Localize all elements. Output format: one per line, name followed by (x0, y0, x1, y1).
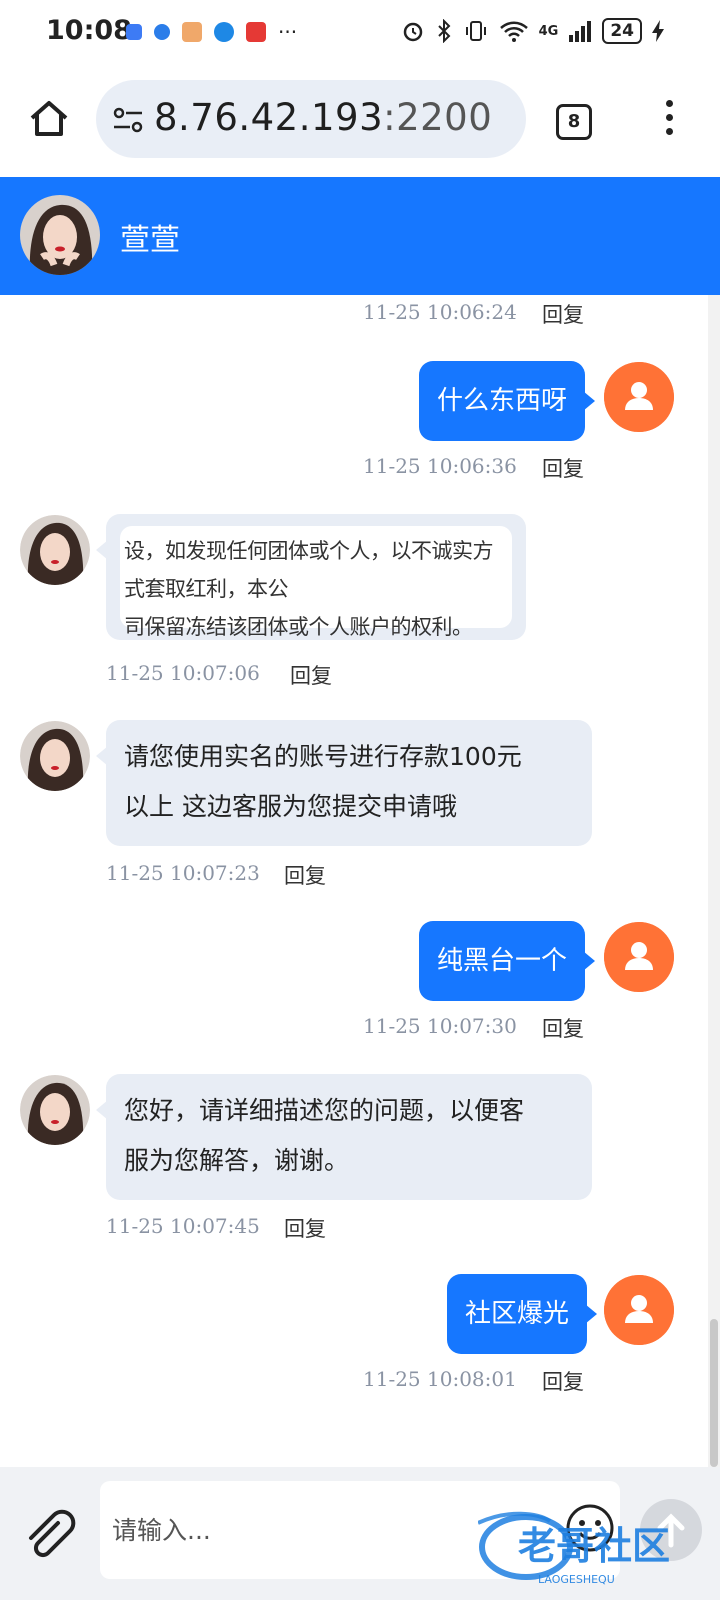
browser-app-icon (214, 22, 234, 42)
message-timestamp: 11-25 10:07:30 (363, 1014, 517, 1038)
battery-level: 24 (602, 18, 642, 44)
user-avatar-icon[interactable] (604, 922, 674, 992)
scrollbar-thumb[interactable] (710, 1319, 718, 1467)
message-text-line: 服为您解答，谢谢。 (124, 1146, 350, 1175)
message-timestamp: 11-25 10:07:23 (106, 861, 260, 885)
browser-menu-icon[interactable] (664, 100, 674, 140)
reply-button[interactable]: 回复 (284, 1213, 326, 1243)
address-bar[interactable]: 8.76.42.193:2200 (96, 80, 526, 158)
sent-message-bubble[interactable]: 社区爆光 (447, 1274, 598, 1354)
reply-button[interactable]: 回复 (542, 299, 584, 329)
message-text-line: 您好，请详细描述您的问题，以便客 (124, 1096, 525, 1125)
alarm-icon (403, 22, 422, 42)
url-text: 8.76.42.193:2200 (154, 96, 492, 139)
signal-icon (569, 21, 592, 42)
agent-avatar[interactable] (20, 515, 90, 585)
site-settings-icon[interactable] (112, 104, 144, 136)
wifi-icon (499, 21, 528, 42)
cartoon-app-icon (182, 22, 202, 42)
message-timestamp: 11-25 10:08:01 (363, 1367, 517, 1391)
url-host: 8.76.42.193 (154, 96, 384, 139)
message-scrollbar[interactable] (708, 295, 720, 1467)
message-timestamp: 11-25 10:07:45 (106, 1214, 260, 1238)
attachment-icon[interactable] (22, 1509, 76, 1563)
url-port: :2200 (383, 96, 493, 139)
status-bar: 10:08 ··· 4G 24 (0, 0, 720, 64)
user-avatar-icon[interactable] (604, 362, 674, 432)
received-image-bubble[interactable]: 设，如发现任何团体或个人，以不诚实方式套取红利，本公 司保留冻结该团体或个人账户… (96, 514, 526, 640)
chat-header: 萱萱 (0, 177, 720, 295)
user-avatar-icon[interactable] (604, 1275, 674, 1345)
agent-avatar[interactable] (20, 1075, 90, 1145)
contact-name: 萱萱 (120, 223, 180, 258)
home-icon[interactable] (26, 96, 72, 142)
contact-avatar[interactable] (20, 195, 100, 275)
message-timestamp: 11-25 10:06:36 (363, 454, 517, 478)
svg-text:老哥社区: 老哥社区 (518, 1524, 670, 1568)
reply-button[interactable]: 回复 (290, 660, 332, 690)
composer-bar: 老哥社区 LAOGESHEQU (0, 1467, 720, 1600)
telecom-app-icon (154, 24, 170, 40)
watermark-logo: 老哥社区 LAOGESHEQU (478, 1511, 670, 1586)
sent-message-bubble[interactable]: 纯黑台一个 (419, 921, 596, 1001)
image-text-line: 司保留冻结该团体或个人账户的权利。 (124, 615, 473, 639)
agent-avatar[interactable] (20, 721, 90, 791)
shared-screenshot-image[interactable]: 设，如发现任何团体或个人，以不诚实方式套取红利，本公 司保留冻结该团体或个人账户… (120, 526, 512, 639)
svg-text:LAOGESHEQU: LAOGESHEQU (538, 1573, 615, 1586)
calendar-app-icon (126, 24, 142, 40)
received-message-bubble[interactable]: 请您使用实名的账号进行存款100元 以上 这边客服为您提交申请哦 (96, 720, 592, 846)
reply-button[interactable]: 回复 (542, 453, 584, 483)
bluetooth-icon (437, 19, 451, 43)
tab-switcher-button[interactable]: 8 (556, 104, 592, 140)
notification-icons: ··· (126, 20, 297, 44)
reply-button[interactable]: 回复 (284, 860, 326, 890)
received-message-bubble[interactable]: 您好，请详细描述您的问题，以便客 服为您解答，谢谢。 (96, 1074, 592, 1200)
charging-icon (652, 20, 664, 42)
browser-toolbar: 8.76.42.193:2200 8 (0, 64, 720, 172)
game-app-icon (246, 22, 266, 42)
network-type: 4G (538, 23, 559, 39)
reply-button[interactable]: 回复 (542, 1013, 584, 1043)
status-time: 10:08 (46, 15, 132, 46)
message-timestamp: 11-25 10:07:06 (106, 661, 260, 685)
vibrate-icon (465, 21, 486, 41)
image-text-line: 设，如发现任何团体或个人，以不诚实方式套取红利，本公 (124, 539, 494, 601)
sent-message-bubble[interactable]: 什么东西呀 (419, 361, 596, 441)
message-timestamp: 11-25 10:06:24 (363, 300, 517, 324)
reply-button[interactable]: 回复 (542, 1366, 584, 1396)
message-list[interactable]: 11-25 10:06:24 回复 什么东西呀 11-25 10:06:36 回… (0, 295, 708, 1467)
message-text-line: 请您使用实名的账号进行存款100元 (124, 742, 522, 771)
system-icons: 4G 24 (401, 18, 664, 44)
more-notifications-icon: ··· (278, 20, 298, 44)
message-text-line: 以上 这边客服为您提交申请哦 (124, 792, 457, 821)
